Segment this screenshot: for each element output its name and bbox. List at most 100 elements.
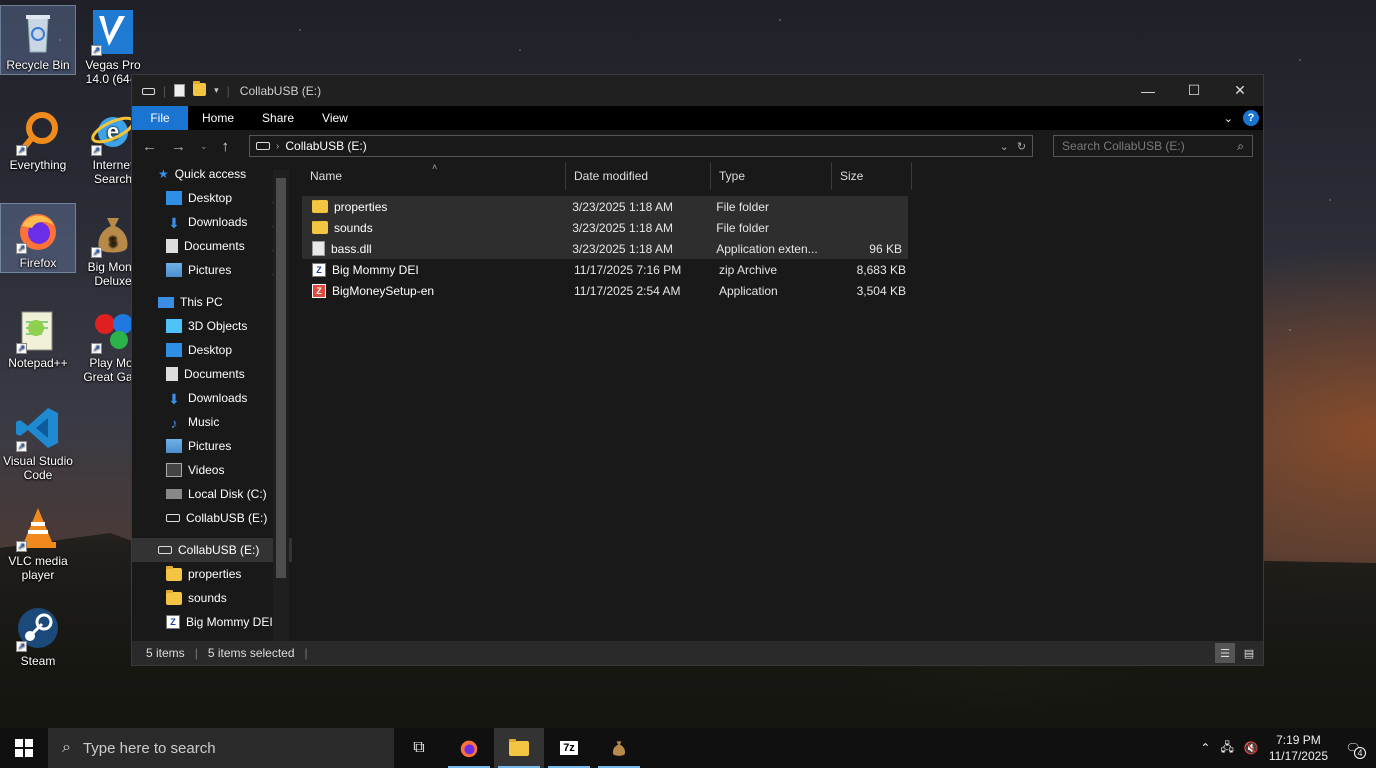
folder-icon [312, 199, 328, 213]
file-explorer-window: | ▾ | CollabUSB (E:) — ☐ ✕ File Home Sha… [131, 74, 1264, 666]
taskbar-file-explorer[interactable] [494, 728, 544, 768]
file-name: sounds [334, 220, 373, 235]
nav-label: sounds [188, 591, 227, 605]
close-button[interactable]: ✕ [1217, 75, 1263, 106]
nav-big-mommy-dei[interactable]: Z Big Mommy DEI [132, 610, 292, 634]
film-strip-icon [166, 463, 182, 477]
taskbar-7zip[interactable]: 7z [544, 728, 594, 768]
file-row[interactable]: bass.dll 3/23/2025 1:18 AM Application e… [302, 238, 908, 259]
customize-quick-access-icon[interactable]: ▾ [214, 85, 219, 96]
new-folder-icon[interactable] [193, 80, 207, 99]
desktop-icon-label: Steam [20, 654, 56, 668]
desktop-icon-vscode[interactable]: ↗ Visual Studio Code [1, 402, 75, 482]
address-dropdown-chevron-icon[interactable]: ⌄ [1000, 140, 1009, 153]
file-size: 3,504 KB [856, 283, 906, 298]
file-row[interactable]: properties 3/23/2025 1:18 AM File folder [302, 196, 908, 217]
details-view-icon[interactable]: ☰ [1215, 643, 1235, 663]
navigation-scrollbar[interactable] [273, 170, 289, 650]
desktop-icon-notepadpp[interactable]: ↗ Notepad++ [1, 304, 75, 370]
desktop-icon-steam[interactable]: ↗ Steam [1, 602, 75, 668]
expand-ribbon-chevron-icon[interactable]: ⌄ [1224, 112, 1233, 125]
nav-folder-sounds[interactable]: sounds [132, 586, 292, 610]
nav-videos[interactable]: Videos [132, 458, 292, 482]
nav-quick-pictures[interactable]: Pictures 📌 [132, 258, 292, 282]
desktop-icon-label: Visual Studio Code [3, 454, 73, 482]
desktop-icon-firefox[interactable]: ↗ Firefox [0, 203, 76, 273]
nav-quick-documents[interactable]: Documents 📌 [132, 234, 292, 258]
address-bar[interactable]: › CollabUSB (E:) ⌄ ↻ [249, 135, 1034, 157]
status-item-count: 5 items [146, 646, 185, 660]
hard-drive-icon [166, 489, 182, 499]
money-bag-icon [612, 741, 626, 756]
nav-folder-properties[interactable]: properties [132, 562, 292, 586]
nav-desktop[interactable]: Desktop [132, 338, 292, 362]
steam-icon: ↗ [14, 604, 62, 652]
nav-pictures[interactable]: Pictures [132, 434, 292, 458]
breadcrumb-separator-icon: › [276, 140, 280, 152]
nav-quick-downloads[interactable]: ⬇ Downloads 📌 [132, 210, 292, 234]
taskbar-search-box[interactable]: ⌕ Type here to search [48, 728, 394, 768]
shortcut-arrow-icon: ↗ [16, 145, 27, 156]
desktop-icon-everything[interactable]: ↗ Everything [1, 106, 75, 172]
nav-quick-access[interactable]: ★ Quick access [132, 162, 292, 186]
nav-collabusb[interactable]: CollabUSB (E:) [132, 506, 292, 530]
start-button[interactable] [0, 728, 48, 768]
desktop-icon-recycle-bin[interactable]: Recycle Bin [0, 5, 76, 75]
nav-3d-objects[interactable]: 3D Objects [132, 314, 292, 338]
column-header-date[interactable]: Date modified [566, 162, 711, 190]
taskbar-big-money[interactable] [594, 728, 644, 768]
tab-file[interactable]: File [132, 106, 188, 130]
show-hidden-icons-chevron-icon[interactable]: ⌃ [1200, 741, 1210, 755]
tab-view[interactable]: View [308, 106, 362, 130]
nav-label: Desktop [188, 191, 233, 205]
tab-share[interactable]: Share [248, 106, 308, 130]
breadcrumb[interactable]: CollabUSB (E:) [285, 139, 366, 153]
task-view-icon: ⧉ [413, 739, 425, 756]
file-row[interactable]: sounds 3/23/2025 1:18 AM File folder [302, 217, 908, 238]
nav-quick-desktop[interactable]: Desktop 📌 [132, 186, 292, 210]
nav-drive-collabusb[interactable]: CollabUSB (E:) [132, 538, 292, 562]
clock[interactable]: 7:19 PM 11/17/2025 [1269, 732, 1328, 764]
documents-icon [166, 239, 178, 253]
desktop-icon-label: Internet Search [92, 158, 134, 186]
file-row[interactable]: Z Big Mommy DEI 11/17/2025 7:16 PM zip Ar… [302, 259, 1262, 280]
scrollbar-thumb[interactable] [276, 178, 286, 578]
volume-muted-icon[interactable]: 🔇 [1244, 741, 1259, 755]
nav-downloads[interactable]: ⬇ Downloads [132, 386, 292, 410]
forward-arrow-icon[interactable]: → [171, 138, 186, 155]
large-icons-view-icon[interactable]: ▤ [1239, 643, 1259, 663]
refresh-icon[interactable]: ↻ [1017, 140, 1026, 153]
help-icon[interactable]: ? [1243, 110, 1259, 126]
task-view-button[interactable]: ⧉ [394, 728, 444, 768]
nav-documents[interactable]: Documents [132, 362, 292, 386]
nav-label: CollabUSB (E:) [186, 511, 268, 525]
taskbar-firefox[interactable] [444, 728, 494, 768]
network-icon[interactable]: 🖧 [1220, 738, 1233, 759]
search-input[interactable]: Search CollabUSB (E:) ⌕ [1053, 135, 1253, 157]
window-title: CollabUSB (E:) [239, 83, 322, 98]
nav-this-pc[interactable]: This PC [132, 290, 292, 314]
star-icon: ★ [158, 167, 169, 181]
nav-label: Downloads [188, 391, 248, 405]
tab-home[interactable]: Home [188, 106, 248, 130]
drive-icon [256, 142, 271, 150]
desktop-icon-vlc[interactable]: ↗ VLC media player [1, 502, 75, 582]
shortcut-arrow-icon: ↗ [91, 343, 102, 354]
column-header-size[interactable]: Size [832, 162, 912, 190]
nav-music[interactable]: ♪ Music [132, 410, 292, 434]
folder-icon [312, 220, 328, 234]
maximize-button[interactable]: ☐ [1171, 75, 1217, 106]
nav-local-disk[interactable]: Local Disk (C:) [132, 482, 292, 506]
up-arrow-icon[interactable]: ↑ [222, 138, 230, 155]
notification-center-button[interactable]: 🗨 4 [1338, 741, 1368, 759]
recent-locations-chevron-icon[interactable]: ⌄ [200, 141, 208, 152]
folder-icon [166, 565, 182, 581]
file-type: File folder [716, 220, 769, 235]
back-arrow-icon[interactable]: ← [142, 138, 157, 155]
notepadpp-icon: ↗ [14, 306, 62, 354]
properties-icon[interactable] [174, 84, 186, 97]
file-row[interactable]: Z BigMoneySetup-en 11/17/2025 2:54 AM App… [302, 280, 1262, 301]
column-header-type[interactable]: Type [711, 162, 832, 190]
title-bar[interactable]: | ▾ | CollabUSB (E:) — ☐ ✕ [132, 75, 1263, 106]
minimize-button[interactable]: — [1125, 75, 1171, 106]
